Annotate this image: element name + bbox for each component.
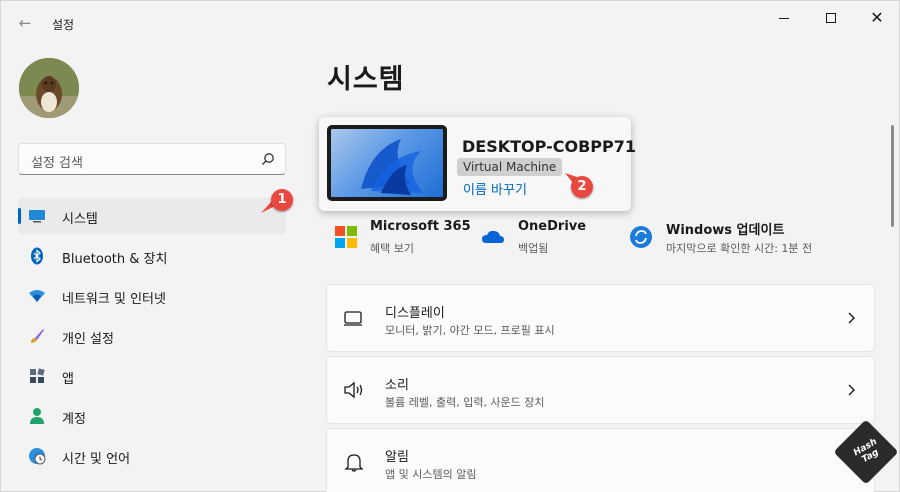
- sidebar-item-label: 네트워크 및 인터넷: [62, 292, 166, 307]
- close-button[interactable]: ✕: [854, 1, 900, 35]
- device-name: DESKTOP-COBPP71: [462, 137, 636, 156]
- title-bar: ← 설정 ✕: [1, 1, 900, 41]
- scrollbar-thumb[interactable]: [891, 125, 894, 227]
- sidebar-item-label: 개인 설정: [62, 332, 114, 347]
- chevron-right-icon: [848, 384, 855, 396]
- quick-link-title: Windows 업데이트: [666, 223, 785, 238]
- monitor-icon: [28, 207, 46, 225]
- avatar[interactable]: [19, 58, 79, 118]
- search-input[interactable]: 설정 검색: [18, 143, 286, 175]
- quick-link-microsoft-365[interactable]: Microsoft 365 혜택 보기: [334, 219, 474, 259]
- sidebar-item-label: 시간 및 언어: [62, 452, 131, 467]
- quick-link-subtitle: 혜택 보기: [370, 242, 414, 255]
- settings-card-sound[interactable]: 소리 볼륨 레벨, 출력, 입력, 사운드 장치: [326, 356, 875, 424]
- rename-link[interactable]: 이름 바꾸기: [463, 179, 527, 198]
- sidebar-item-network[interactable]: 네트워크 및 인터넷: [18, 278, 286, 314]
- annotation-badge-1: 1: [271, 189, 293, 211]
- quick-link-windows-update[interactable]: Windows 업데이트 마지막으로 확인한 시간: 1분 전: [629, 219, 839, 259]
- sidebar-item-label: 시스템: [62, 212, 98, 227]
- maximize-icon: [826, 13, 836, 23]
- settings-card-subtitle: 볼륨 레벨, 출력, 입력, 사운드 장치: [385, 396, 545, 409]
- page-title: 시스템: [327, 64, 405, 95]
- settings-card-subtitle: 앱 및 시스템의 알림: [385, 468, 477, 481]
- settings-card-subtitle: 모니터, 밝기, 야간 모드, 프로필 표시: [385, 324, 555, 337]
- settings-card-display[interactable]: 디스플레이 모니터, 밝기, 야간 모드, 프로필 표시: [326, 284, 875, 352]
- quick-link-subtitle: 백업됨: [518, 242, 549, 255]
- quick-link-subtitle: 마지막으로 확인한 시간: 1분 전: [666, 242, 813, 255]
- quick-link-onedrive[interactable]: OneDrive 백업됨: [481, 219, 601, 259]
- speaker-icon: [344, 381, 363, 399]
- sidebar-item-time-language[interactable]: 시간 및 언어: [18, 438, 286, 474]
- sidebar-item-system[interactable]: 시스템: [18, 198, 286, 234]
- sync-icon: [630, 226, 652, 248]
- quick-link-title: OneDrive: [518, 219, 587, 234]
- sidebar-item-accounts[interactable]: 계정: [18, 398, 286, 434]
- sidebar-item-label: 계정: [62, 412, 86, 427]
- settings-card-title: 디스플레이: [385, 306, 445, 321]
- sidebar-item-label: Bluetooth & 장치: [62, 252, 168, 267]
- bluetooth-icon: [28, 247, 46, 265]
- quick-link-title: Microsoft 365: [370, 219, 471, 234]
- back-arrow-icon[interactable]: ←: [15, 13, 35, 33]
- app-title: 설정: [52, 18, 75, 32]
- display-icon: [344, 311, 362, 326]
- minimize-icon: [779, 17, 789, 19]
- brush-icon: [28, 327, 46, 345]
- active-indicator: [18, 208, 21, 224]
- settings-card-title: 알림: [385, 450, 409, 465]
- search-icon: [262, 153, 274, 165]
- device-model: Virtual Machine: [457, 158, 563, 176]
- sidebar-item-apps[interactable]: 앱: [18, 358, 286, 394]
- clock-globe-icon: [28, 447, 46, 465]
- close-icon: ✕: [870, 8, 884, 27]
- sidebar-item-label: 앱: [62, 372, 74, 387]
- desktop-wallpaper-thumbnail: [327, 125, 447, 201]
- settings-card-title: 소리: [385, 378, 409, 393]
- search-placeholder: 설정 검색: [31, 156, 83, 171]
- microsoft-logo-icon: [335, 226, 357, 248]
- minimize-button[interactable]: [761, 1, 807, 35]
- maximize-button[interactable]: [808, 1, 854, 35]
- chevron-right-icon: [848, 312, 855, 324]
- sidebar-item-bluetooth[interactable]: Bluetooth & 장치: [18, 238, 286, 274]
- person-icon: [28, 407, 46, 425]
- wifi-icon: [28, 287, 46, 305]
- onedrive-cloud-icon: [482, 230, 504, 243]
- bell-icon: [344, 454, 364, 472]
- settings-window: ← 설정 ✕ 설정 검색 시스템 Bluetooth & 장치 네트워크 및 인…: [0, 0, 900, 492]
- avatar-dog-image: [19, 58, 79, 118]
- sidebar-item-personalization[interactable]: 개인 설정: [18, 318, 286, 354]
- apps-icon: [28, 367, 46, 385]
- annotation-badge-2: 2: [571, 176, 593, 198]
- settings-card-notifications[interactable]: 알림 앱 및 시스템의 알림: [326, 428, 875, 492]
